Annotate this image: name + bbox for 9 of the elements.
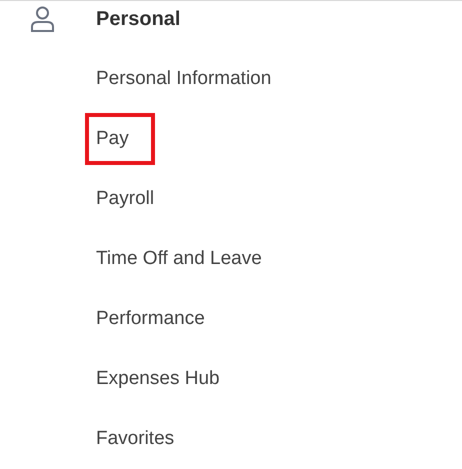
menu-link[interactable]: Payroll: [96, 184, 154, 214]
section-title: Personal: [96, 7, 180, 32]
menu-link[interactable]: Pay: [85, 112, 155, 166]
menu-link[interactable]: Time Off and Leave: [96, 244, 262, 274]
person-icon: [30, 6, 55, 32]
menu-link[interactable]: Favorites: [96, 424, 174, 454]
menu-link[interactable]: Performance: [96, 304, 205, 334]
menu-link[interactable]: Expenses Hub: [96, 364, 220, 394]
menu-link[interactable]: Personal Information: [96, 64, 272, 94]
